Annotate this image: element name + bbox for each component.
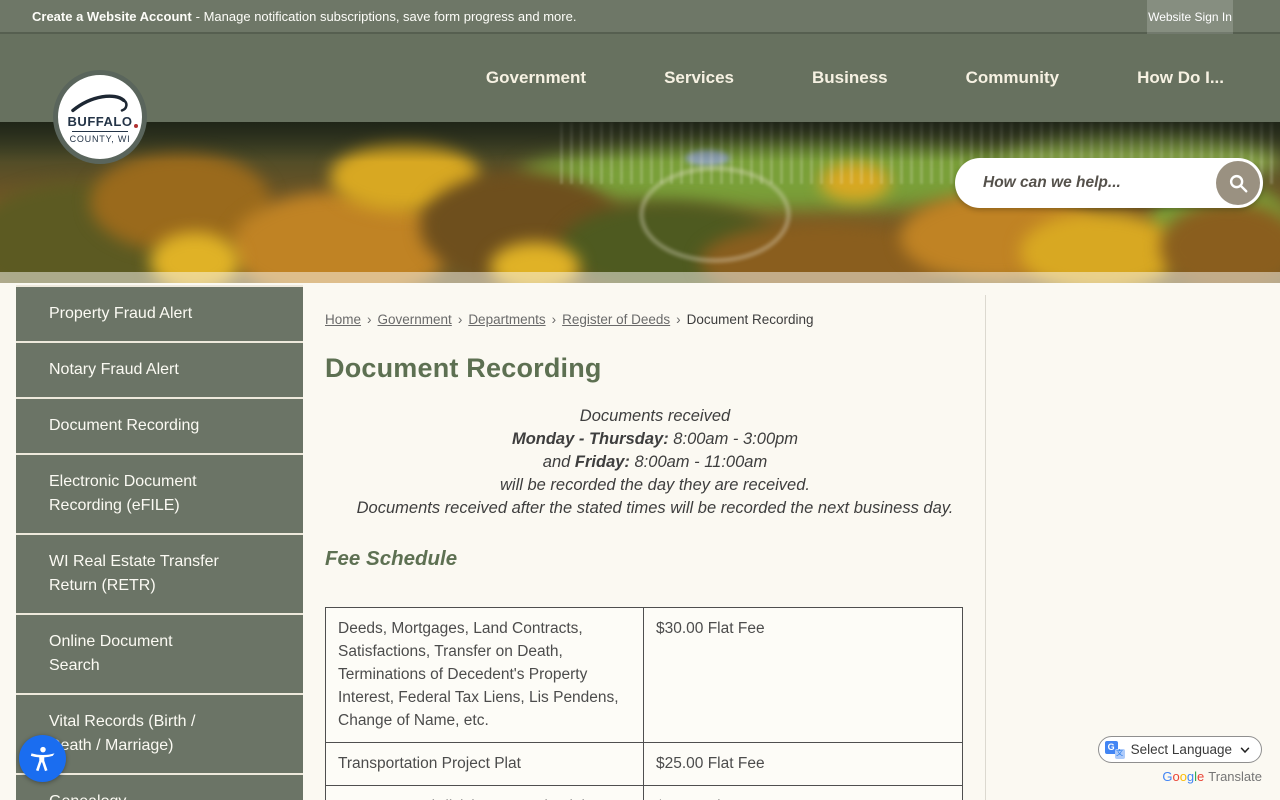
logo-text-county: COUNTY, WI [69, 133, 131, 144]
page: Create a Website Account - Manage notific… [0, 0, 1280, 800]
chevron-down-icon [1240, 746, 1250, 753]
create-account-link[interactable]: Create a Website Account [32, 9, 192, 24]
fee-item-cell: Cemetery, Subdivision & Condominium Plat [325, 785, 644, 800]
sidebar-item-label: Document Recording [49, 417, 200, 434]
sidebar-item-label: Genealogy [49, 790, 126, 800]
table-row: Transportation Project Plat $25.00 Flat … [325, 742, 963, 786]
google-letter: o [1179, 769, 1187, 784]
notice-line: Documents received after the stated time… [356, 499, 954, 517]
hero-art [150, 232, 240, 283]
website-sign-in-button[interactable]: Website Sign In [1147, 0, 1233, 34]
fee-amount-cell: $50.00 Flat Fee [643, 785, 963, 800]
main-content: Home › Government › Departments › Register of … [325, 283, 985, 800]
notice-text: 8:00am - 11:00am [629, 453, 768, 471]
nav-item-how-do-i[interactable]: How Do I... [1137, 68, 1224, 88]
fee-schedule-heading: Fee Schedule [325, 547, 458, 570]
content-area: Property Fraud Alert Notary Fraud Alert … [0, 283, 1280, 800]
fee-amount-cell: $25.00 Flat Fee [643, 742, 963, 786]
nav-item-community[interactable]: Community [966, 68, 1060, 88]
search-button[interactable] [1216, 161, 1260, 205]
content-divider [985, 295, 986, 800]
notice-line: and Friday: 8:00am - 11:00am [325, 451, 985, 474]
sidebar-item-efile[interactable]: Electronic Document Recording (eFILE) [16, 455, 303, 535]
county-logo[interactable]: BUFFALO COUNTY, WI [53, 70, 147, 164]
main-navigation: Government Services Business Community H… [0, 34, 1280, 122]
sidebar-item-label: Vital Records (Birth / Death / Marriage) [49, 713, 196, 754]
hero-art [1020, 212, 1180, 283]
accessibility-button[interactable] [19, 735, 66, 782]
page-title: Document Recording [325, 353, 602, 383]
nav-item-services[interactable]: Services [664, 68, 734, 88]
create-account-description: - Manage notification subscriptions, sav… [195, 8, 577, 24]
sidebar-item-label: Property Fraud Alert [49, 305, 193, 322]
translate-label: Translate [1208, 769, 1262, 784]
google-translate-attribution[interactable]: Google Translate [1162, 769, 1262, 784]
breadcrumb-government[interactable]: Government [378, 312, 452, 327]
hero-campground-circle [640, 167, 790, 262]
sidebar-item-label: Online Document Search [49, 633, 173, 674]
logo-text-buffalo: BUFFALO [67, 113, 139, 129]
breadcrumb-separator: › [676, 312, 681, 327]
buffalo-silhouette-icon [71, 93, 128, 112]
breadcrumb: Home › Government › Departments › Register of … [325, 283, 985, 327]
breadcrumb-current: Document Recording [686, 312, 814, 327]
nav-item-government[interactable]: Government [486, 68, 586, 88]
sidebar-item-retr[interactable]: WI Real Estate Transfer Return (RETR) [16, 535, 303, 615]
notice-bold: Monday - Thursday: [511, 430, 669, 448]
sidebar-item-property-fraud-alert[interactable]: Property Fraud Alert [16, 287, 303, 343]
google-letter: e [1197, 769, 1205, 784]
accessibility-person-icon [30, 746, 54, 771]
sidebar-item-notary-fraud-alert[interactable]: Notary Fraud Alert [16, 343, 303, 399]
sidebar-item-label: Electronic Document Recording (eFILE) [49, 473, 197, 514]
sidebar-item-online-document-search[interactable]: Online Document Search [16, 615, 303, 695]
google-translate-icon: G文 [1104, 740, 1125, 759]
left-sidebar-menu: Property Fraud Alert Notary Fraud Alert … [16, 285, 303, 800]
google-letter: G [1162, 769, 1173, 784]
google-letter: o [1172, 769, 1180, 784]
hero-image [0, 122, 1280, 283]
sidebar-item-document-recording[interactable]: Document Recording [16, 399, 303, 455]
notice-text: and [542, 453, 575, 471]
create-account-text[interactable]: Create a Website Account - Manage notific… [32, 9, 576, 24]
logo-divider [72, 130, 128, 132]
site-search [955, 158, 1263, 208]
nav-item-business[interactable]: Business [812, 68, 888, 88]
fee-item-cell: Transportation Project Plat [325, 742, 644, 786]
breadcrumb-separator: › [551, 312, 557, 327]
notice-line: Monday - Thursday: 8:00am - 3:00pm [325, 428, 985, 451]
notice-line: will be recorded the day they are receiv… [499, 476, 810, 494]
breadcrumb-departments[interactable]: Departments [468, 312, 545, 327]
table-row: Cemetery, Subdivision & Condominium Plat… [325, 785, 963, 800]
breadcrumb-separator: › [367, 312, 372, 327]
select-language-label: Select Language [1130, 742, 1232, 757]
notice-line: Documents received [579, 407, 731, 425]
table-row: Deeds, Mortgages, Land Contracts, Satisf… [325, 607, 963, 743]
notice-bold: Friday: [574, 453, 630, 471]
fee-schedule-table: Deeds, Mortgages, Land Contracts, Satisf… [325, 607, 963, 800]
recording-hours-notice: Documents received Monday - Thursday: 8:… [325, 405, 985, 520]
breadcrumb-separator: › [457, 312, 463, 327]
notice-text: 8:00am - 3:00pm [668, 430, 799, 448]
google-translate-widget: G文 Select Language Google Translate [1097, 736, 1262, 784]
breadcrumb-home[interactable]: Home [325, 312, 361, 327]
breadcrumb-register-of-deeds[interactable]: Register of Deeds [562, 312, 670, 327]
top-utility-bar: Create a Website Account - Manage notific… [0, 0, 1280, 34]
fee-item-cell: Deeds, Mortgages, Land Contracts, Satisf… [325, 607, 644, 743]
hero-art [0, 122, 1280, 162]
sidebar-item-label: Notary Fraud Alert [49, 361, 179, 378]
sidebar-item-genealogy[interactable]: Genealogy [16, 775, 303, 800]
select-language-dropdown[interactable]: G文 Select Language [1097, 736, 1262, 763]
sidebar-item-label: WI Real Estate Transfer Return (RETR) [49, 553, 219, 594]
fee-amount-cell: $30.00 Flat Fee [643, 607, 963, 743]
search-icon [1229, 174, 1248, 193]
